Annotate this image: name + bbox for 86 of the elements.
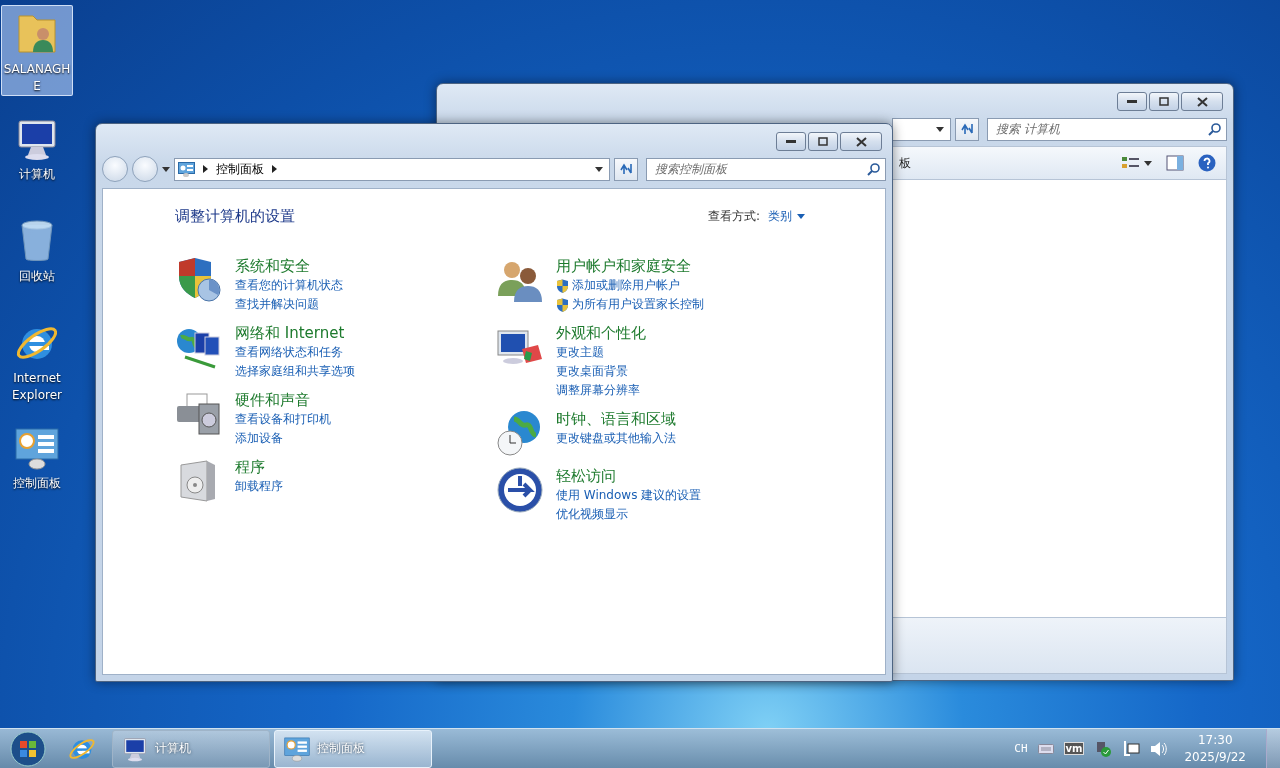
task-link[interactable]: 更改桌面背景 [556, 362, 646, 381]
preview-pane-button[interactable] [1166, 155, 1184, 171]
shield-icon [556, 278, 569, 293]
task-link[interactable]: 查找并解决问题 [235, 295, 343, 314]
maximize-button[interactable] [1149, 92, 1179, 111]
printer-speaker-icon [175, 390, 223, 438]
search-icon [867, 161, 881, 176]
help-icon [1198, 154, 1216, 172]
arrow-right-icon [203, 165, 208, 173]
start-button[interactable] [8, 729, 48, 768]
maximize-icon [818, 137, 828, 146]
task-link[interactable]: 优化视频显示 [556, 505, 702, 524]
help-button[interactable] [1198, 154, 1216, 172]
category-link[interactable]: 外观和个性化 [556, 323, 646, 343]
close-icon [855, 136, 867, 147]
refresh-button[interactable] [614, 157, 638, 181]
task-link[interactable]: 查看设备和打印机 [235, 410, 331, 429]
task-link[interactable]: 添加设备 [235, 429, 331, 448]
task-link[interactable]: 更改键盘或其他输入法 [556, 429, 676, 448]
category-link[interactable]: 用户帐户和家庭安全 [556, 256, 704, 276]
clock-date: 2025/9/22 [1184, 748, 1246, 766]
caret-icon [595, 166, 603, 172]
maximize-icon [1159, 97, 1169, 106]
vm-tray-icon[interactable]: vm [1063, 742, 1085, 755]
desktop-icon-label: 计算机 [18, 166, 56, 183]
task-link[interactable]: 选择家庭组和共享选项 [235, 362, 355, 381]
caret-icon [1144, 160, 1152, 166]
caret-icon [797, 214, 805, 219]
arrow-right-icon [272, 165, 277, 173]
task-link[interactable]: 调整屏幕分辨率 [556, 381, 646, 400]
accessibility-icon [496, 466, 544, 514]
close-button[interactable] [1181, 92, 1223, 111]
pane-icon [1166, 155, 1184, 171]
desktop-icon-label: 控制面板 [12, 475, 62, 492]
minimize-icon [1127, 99, 1137, 104]
keyboard-icon [1037, 743, 1054, 754]
start-orb-icon [10, 730, 46, 767]
task-link[interactable]: 更改主题 [556, 343, 646, 362]
refresh-icon [960, 122, 974, 136]
task-link[interactable]: 卸载程序 [235, 477, 283, 496]
breadcrumb[interactable]: 控制面板 [216, 160, 264, 178]
desktop-icon-label: Internet Explorer [11, 370, 63, 404]
task-link[interactable]: 使用 Windows 建议的设置 [556, 486, 702, 505]
task-link[interactable]: 查看您的计算机状态 [235, 276, 343, 295]
view-by-label: 查看方式: [707, 208, 760, 225]
minimize-icon [786, 139, 796, 144]
close-button[interactable] [840, 132, 882, 151]
category-link[interactable]: 硬件和声音 [235, 390, 331, 410]
minimize-button[interactable] [776, 132, 806, 151]
view-options-button[interactable] [1122, 156, 1152, 170]
view-by-dropdown[interactable]: 类别 [768, 208, 805, 225]
page-heading: 调整计算机的设置 [175, 207, 295, 226]
volume-icon [1150, 740, 1169, 757]
maximize-button[interactable] [808, 132, 838, 151]
address-bar[interactable]: 控制面板 [174, 157, 610, 181]
desktop-icon[interactable]: Internet Explorer [1, 314, 73, 405]
minimize-button[interactable] [1117, 92, 1147, 111]
task-link[interactable]: 添加或删除用户帐户 [556, 276, 704, 295]
control-panel-icon [283, 734, 311, 763]
toolbar-text: 板 [899, 154, 911, 172]
history-caret-icon [162, 166, 170, 172]
refresh-button[interactable] [955, 117, 979, 141]
category-link[interactable]: 时钟、语言和区域 [556, 409, 676, 429]
search-field[interactable]: 搜索控制面板 [646, 157, 886, 181]
caret-icon [936, 126, 944, 132]
clock-time: 17:30 [1197, 731, 1233, 749]
view-list-icon [1122, 156, 1140, 170]
category-link[interactable]: 轻松访问 [556, 466, 702, 486]
desktop-icon[interactable]: 回收站 [1, 212, 73, 300]
refresh-icon [619, 162, 633, 176]
shield-icon [556, 297, 569, 312]
control-panel-icon [178, 161, 195, 177]
desktop-icon[interactable]: 计算机 [1, 110, 73, 198]
desktop-icon-label: SALANAGHE [2, 61, 72, 95]
close-icon [1196, 96, 1208, 107]
category-link[interactable]: 程序 [235, 457, 283, 477]
category-link[interactable]: 网络和 Internet [235, 323, 355, 343]
task-link[interactable]: 为所有用户设置家长控制 [556, 295, 704, 314]
desktop-icon-label: 回收站 [18, 268, 56, 285]
address-bar[interactable] [892, 117, 951, 141]
usb-check-icon [1094, 739, 1113, 758]
search-field[interactable]: 搜索 计算机 [987, 117, 1227, 141]
category-link[interactable]: 系统和安全 [235, 256, 343, 276]
desktop-icon[interactable]: 控制面板 [1, 419, 73, 507]
task-link[interactable]: 查看网络状态和任务 [235, 343, 355, 362]
search-icon [1208, 121, 1222, 136]
